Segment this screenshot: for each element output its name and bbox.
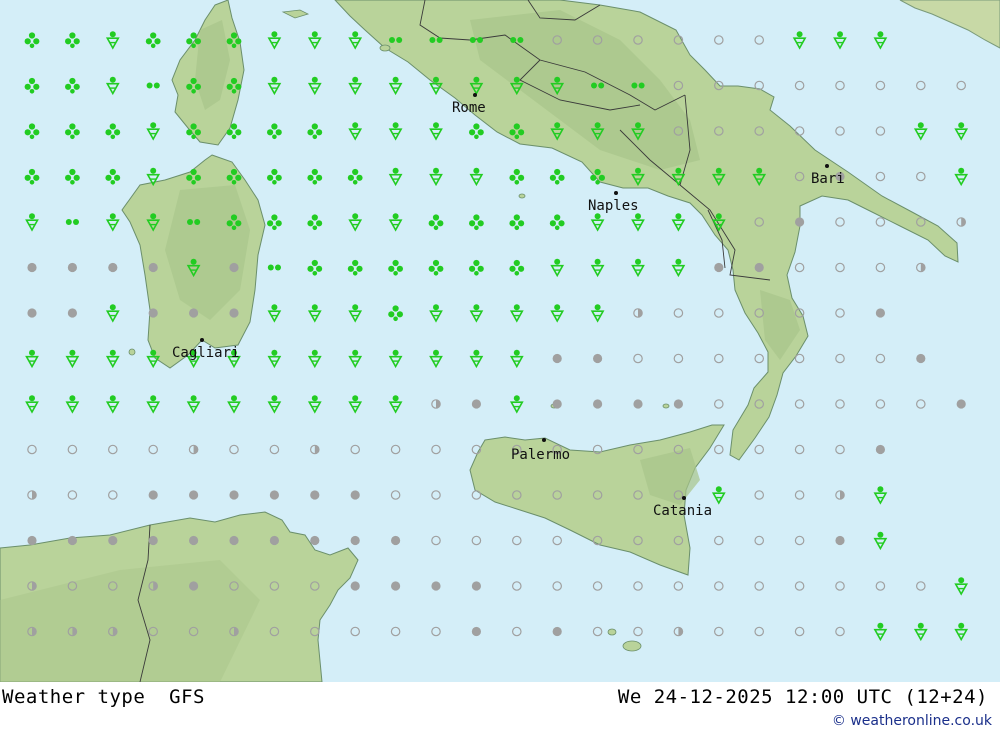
cloud-grey-filled-icon [431, 581, 441, 591]
cloud-grey-filled-icon [229, 490, 239, 500]
cloud-grey-filled-icon [593, 353, 603, 364]
cloud-grey-filled-icon [795, 217, 805, 227]
cloud-grey-filled-icon [269, 490, 279, 500]
city-label-palermo: Palermo [511, 447, 570, 463]
cloud-grey-filled-icon [269, 535, 279, 546]
cloud-grey-filled-icon [310, 535, 320, 546]
cloud-grey-filled-icon [148, 262, 158, 273]
cloud-grey-filled-icon [229, 535, 239, 546]
cloud-grey-filled-icon [552, 353, 562, 364]
city-label-cagliari: Cagliari [172, 345, 239, 361]
city-label-bari: Bari [811, 171, 845, 187]
cloud-grey-filled-icon [391, 581, 401, 591]
cloud-grey-filled-icon [471, 581, 481, 591]
cloud-grey-filled-icon [552, 399, 562, 409]
cloud-grey-filled-icon [633, 399, 643, 409]
cloud-grey-filled-icon [310, 490, 320, 500]
city-label-rome: Rome [452, 100, 486, 116]
cloud-grey-filled-icon [916, 353, 926, 364]
map-footer: Weather type GFS We 24-12-2025 12:00 UTC… [0, 682, 1000, 733]
city-label-catania: Catania [653, 503, 712, 519]
cloud-grey-filled-icon [27, 308, 37, 318]
cloud-grey-filled-icon [350, 535, 360, 546]
cloud-grey-filled-icon [593, 399, 603, 409]
cloud-grey-filled-icon [956, 399, 966, 409]
cloud-grey-filled-icon [673, 399, 683, 409]
cloud-grey-filled-icon [471, 626, 481, 637]
cloud-grey-filled-icon [875, 308, 885, 318]
cloud-grey-filled-icon [148, 535, 158, 546]
cloud-grey-filled-icon [189, 308, 199, 318]
cloud-grey-filled-icon [189, 490, 199, 500]
cloud-grey-filled-icon [754, 262, 764, 273]
cloud-grey-filled-icon [67, 308, 77, 318]
weather-map: Rome Naples Bari Cagliari Palermo Catani… [0, 0, 1000, 682]
cloud-grey-filled-icon [67, 262, 77, 273]
cloud-grey-filled-icon [471, 399, 481, 409]
cloud-grey-filled-icon [108, 262, 118, 273]
cloud-grey-filled-icon [108, 535, 118, 546]
cloud-grey-filled-icon [714, 262, 724, 273]
cloud-grey-filled-icon [148, 308, 158, 318]
city-label-naples: Naples [588, 198, 639, 214]
cloud-grey-filled-icon [189, 535, 199, 546]
cloud-grey-filled-icon [189, 581, 199, 591]
cloud-grey-filled-icon [67, 535, 77, 546]
cloud-grey-filled-icon [350, 581, 360, 591]
cloud-grey-filled-icon [27, 535, 37, 546]
forecast-datetime: We 24-12-2025 12:00 UTC (12+24) [617, 686, 988, 708]
cloud-grey-filled-icon [552, 626, 562, 637]
cloud-grey-filled-icon [875, 444, 885, 455]
cloud-grey-filled-icon [229, 308, 239, 318]
cloud-grey-filled-icon [350, 490, 360, 500]
cloud-grey-filled-icon [148, 490, 158, 500]
cloud-grey-filled-icon [835, 535, 845, 546]
cloud-grey-filled-icon [391, 535, 401, 546]
cloud-grey-filled-icon [229, 262, 239, 273]
cloud-grey-filled-icon [27, 262, 37, 273]
credit-link[interactable]: © weatheronline.co.uk [832, 713, 992, 729]
map-title: Weather type GFS [2, 686, 205, 708]
